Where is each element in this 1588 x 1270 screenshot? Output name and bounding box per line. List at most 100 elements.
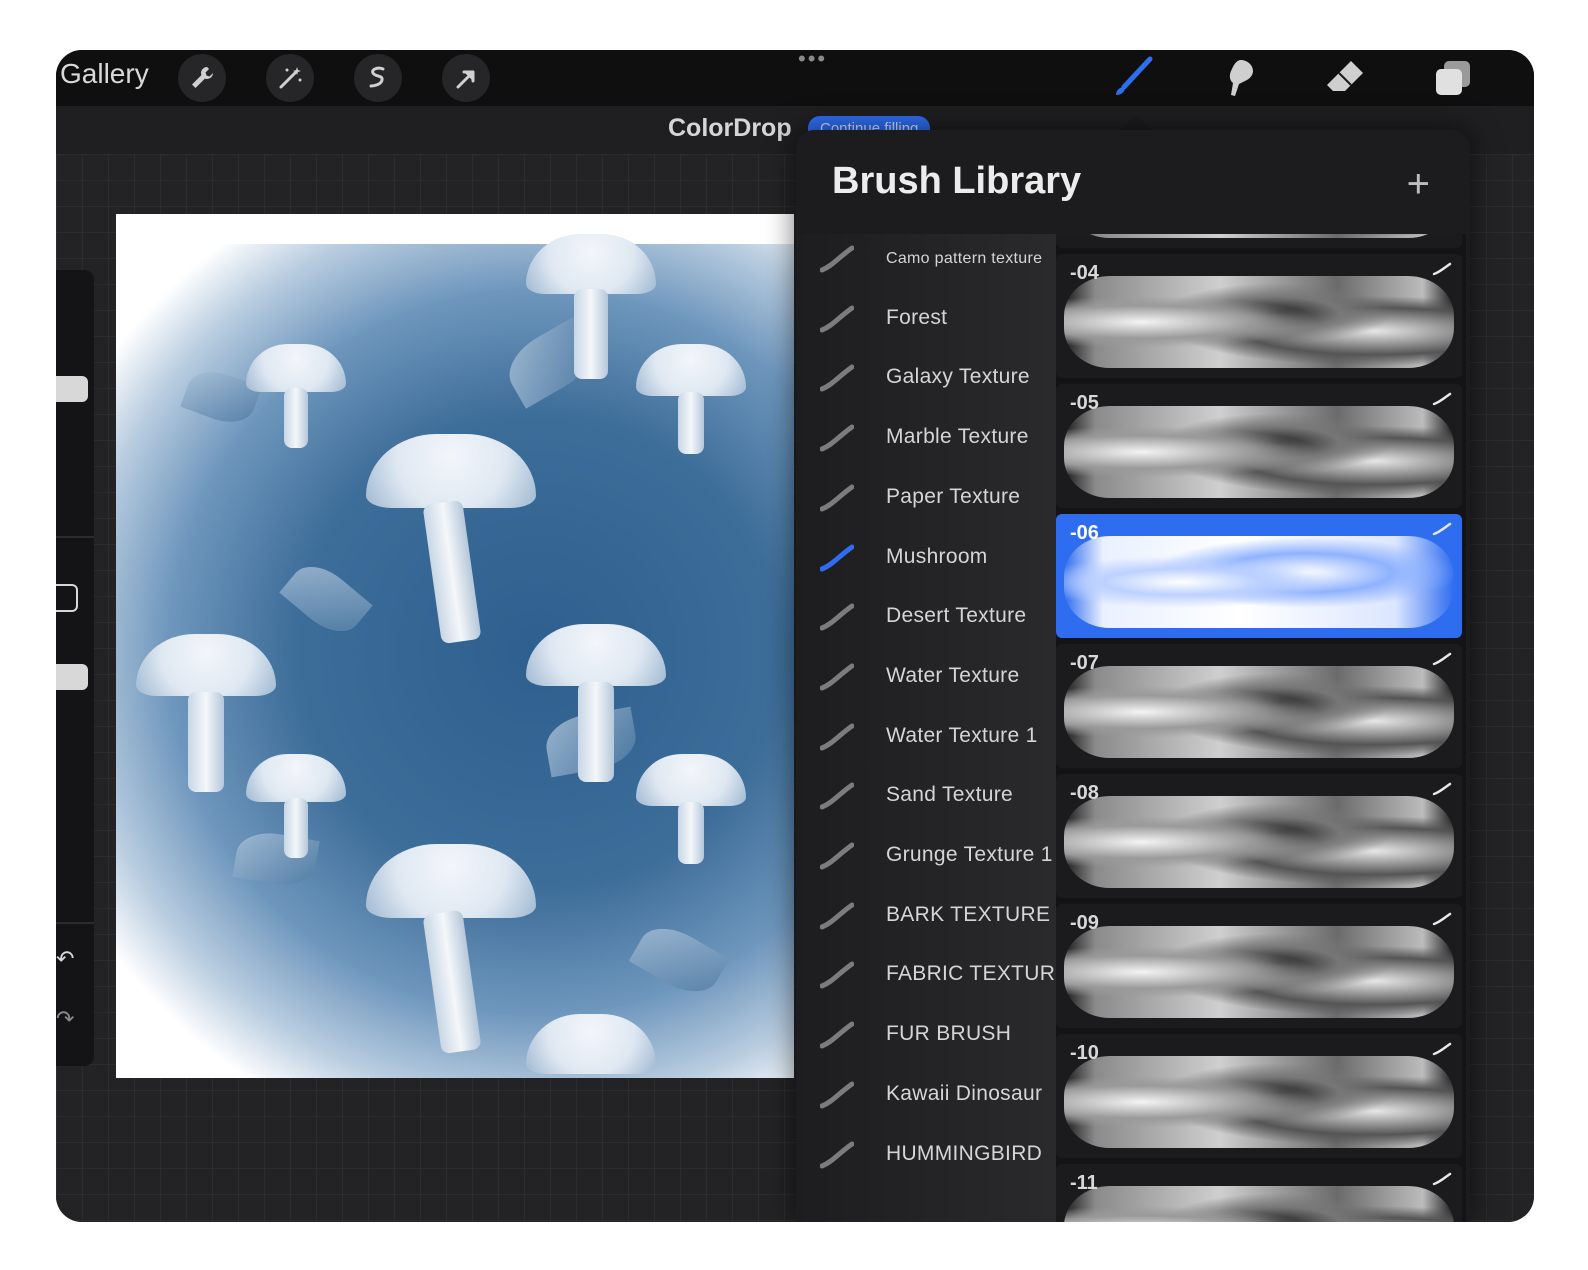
brush-item[interactable]: [1056, 234, 1462, 248]
brush-set-item[interactable]: FUR BRUSH: [796, 1006, 1058, 1066]
more-dots-icon[interactable]: •••: [798, 50, 827, 72]
brush-set-item[interactable]: Paper Texture: [796, 469, 1058, 529]
brush-item[interactable]: -11: [1056, 1164, 1462, 1222]
brush-set-label: Water Texture 1: [886, 723, 1038, 747]
brush-stroke-icon: [820, 842, 854, 870]
actions-button[interactable]: [178, 54, 226, 102]
brush-set-label: Mushroom: [886, 544, 988, 568]
gallery-button[interactable]: Gallery: [60, 58, 149, 90]
brush-stroke-icon: [820, 1141, 854, 1168]
brush-stroke-preview: [1064, 1186, 1454, 1222]
adjustments-button[interactable]: [266, 54, 314, 102]
stroke-settings-icon: [1432, 392, 1452, 406]
stroke-settings-icon: [1432, 1042, 1452, 1056]
brush-set-item[interactable]: BARK TEXTURE: [796, 887, 1058, 947]
brush-set-label: FABRIC TEXTURE 1: [886, 962, 1058, 986]
brush-set-item[interactable]: Galaxy Texture: [796, 349, 1058, 409]
eraser-icon: [1327, 61, 1363, 91]
brush-tool-button[interactable]: [1108, 54, 1158, 102]
stroke-settings-icon: [1432, 1172, 1452, 1186]
brush-item[interactable]: -10: [1056, 1034, 1462, 1158]
brush-name: -07: [1070, 652, 1099, 674]
brush-set-item[interactable]: Grunge Texture 1: [796, 827, 1058, 887]
brush-stroke-icon: [820, 663, 854, 691]
brush-set-label: Water Texture: [886, 663, 1020, 687]
brush-set-item[interactable]: Forest: [796, 290, 1058, 350]
brush-set-item[interactable]: Sand Texture: [796, 767, 1058, 827]
layers-icon: [1436, 61, 1470, 95]
smudge-icon: [1229, 60, 1253, 96]
panel-title: Brush Library: [832, 160, 1082, 202]
brush-set-label: Desert Texture: [886, 604, 1027, 628]
brush-set-label: HUMMINGBIRD: [886, 1141, 1043, 1165]
smudge-tool-button[interactable]: [1214, 54, 1264, 102]
stroke-settings-icon: [1432, 782, 1452, 796]
layers-tool-button[interactable]: [1428, 54, 1478, 102]
brush-name: -08: [1070, 782, 1099, 804]
brush-stroke-icon: [820, 723, 854, 751]
redo-icon[interactable]: ↷: [56, 1006, 74, 1032]
brush-name: -09: [1070, 912, 1099, 934]
brush-stroke-preview: [1064, 926, 1454, 1018]
brush-item[interactable]: -06: [1056, 514, 1462, 638]
selection-button[interactable]: [354, 54, 402, 102]
brush-set-item[interactable]: HUMMINGBIRD: [796, 1126, 1058, 1186]
undo-icon[interactable]: ↶: [56, 946, 74, 972]
selection-icon: [369, 66, 385, 88]
eraser-tool-button[interactable]: [1320, 54, 1370, 102]
brush-item[interactable]: -08: [1056, 774, 1462, 898]
brush-size-slider[interactable]: [56, 376, 88, 402]
brush-set-item[interactable]: Mushroom: [796, 529, 1058, 589]
brush-icon: [1116, 56, 1153, 95]
transform-arrow-icon: [456, 70, 475, 89]
brush-name: -05: [1070, 392, 1099, 414]
brush-name: -04: [1070, 262, 1099, 284]
brush-name: -11: [1070, 1172, 1098, 1194]
brush-set-label: Forest: [886, 305, 948, 329]
artwork-canvas[interactable]: [116, 214, 794, 1078]
brush-library-panel: Brush Library + Camo pattern texture Fore…: [796, 130, 1470, 1222]
brush-stroke-icon: [820, 364, 854, 392]
opacity-slider[interactable]: [56, 664, 88, 690]
brush-set-item[interactable]: Marble Texture: [796, 409, 1058, 469]
brush-set-label: Grunge Texture 1: [886, 843, 1053, 866]
colordrop-label: ColorDrop: [668, 114, 792, 142]
brush-set-item[interactable]: FABRIC TEXTURE 1: [796, 946, 1058, 1006]
wrench-icon: [192, 67, 213, 88]
panel-pointer: [1120, 114, 1152, 130]
brush-set-list: Camo pattern texture Forest Galaxy Texture…: [796, 234, 1058, 1222]
brush-set-item[interactable]: Kawaii Dinosaur: [796, 1066, 1058, 1126]
brush-stroke-preview: [1064, 796, 1454, 888]
brush-set-label: Marble Texture: [886, 425, 1029, 449]
brush-item[interactable]: -07: [1056, 644, 1462, 768]
brush-stroke-icon: [820, 1081, 854, 1109]
brush-item[interactable]: -09: [1056, 904, 1462, 1028]
magic-wand-icon: [279, 67, 302, 89]
brush-name: -06: [1070, 522, 1099, 544]
brush-stroke-preview: [1064, 406, 1454, 498]
add-brush-set-icon[interactable]: +: [1407, 162, 1430, 207]
brush-set-label: Kawaii Dinosaur: [886, 1081, 1043, 1105]
procreate-window: Gallery ••• ColorDrop Continue filling ↶…: [56, 50, 1534, 1222]
brush-stroke-preview: [1064, 1056, 1454, 1148]
brush-set-label: BARK TEXTURE: [886, 902, 1051, 926]
brush-set-item[interactable]: Water Texture: [796, 648, 1058, 708]
sidebar-divider: [56, 536, 94, 538]
brush-stroke-icon: [820, 544, 854, 571]
brush-set-label: Sand Texture: [886, 783, 1013, 807]
brush-set-item[interactable]: Water Texture 1: [796, 708, 1058, 768]
stroke-settings-icon: [1432, 912, 1452, 926]
sidebar-divider: [56, 922, 94, 924]
brush-stroke-preview: [1064, 666, 1454, 758]
brush-list: -04 -05 -06 -07 -08 -09 -10 -11: [1056, 234, 1466, 1222]
brush-set-item[interactable]: Desert Texture: [796, 588, 1058, 648]
transform-button[interactable]: [442, 54, 490, 102]
modify-button[interactable]: [56, 584, 78, 612]
brush-stroke-icon: [820, 424, 854, 452]
brush-item[interactable]: -05: [1056, 384, 1462, 508]
brush-item[interactable]: -04: [1056, 254, 1462, 378]
brush-stroke-icon: [820, 902, 854, 930]
brush-stroke-icon: [820, 603, 854, 631]
brush-set-item[interactable]: Camo pattern texture: [796, 234, 1058, 290]
top-toolbar: Gallery •••: [56, 50, 1534, 106]
